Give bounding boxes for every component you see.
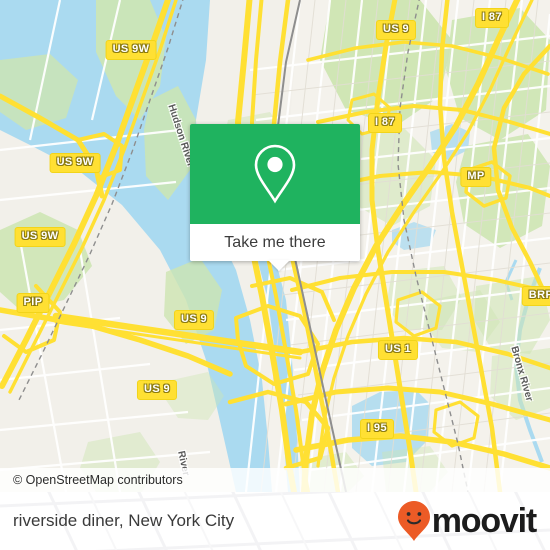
map-canvas[interactable]: US 9W US 9W US 9W PIP US 9 US 9 US 9 I 8…	[0, 0, 550, 492]
moovit-smiley-pin-icon	[397, 501, 430, 541]
map-shield: MP	[460, 167, 492, 187]
map-shield: I 87	[368, 113, 402, 133]
take-me-there-button[interactable]: Take me there	[190, 224, 360, 261]
map-shield: US 9	[136, 380, 178, 400]
map-shield: US 9W	[14, 227, 66, 247]
map-shield: US 9W	[105, 40, 157, 60]
popup-header	[190, 124, 360, 224]
moovit-map-screenshot: US 9W US 9W US 9W PIP US 9 US 9 US 9 I 8…	[0, 0, 550, 550]
map-shield: BRP	[521, 286, 550, 306]
map-shield: US 9	[375, 20, 417, 40]
destination-popup-card[interactable]: Take me there	[190, 124, 360, 271]
popup-pointer	[268, 260, 290, 271]
map-shield: I 87	[475, 8, 509, 28]
moovit-wordmark: moovit	[431, 502, 537, 540]
take-me-there-label: Take me there	[224, 233, 326, 251]
map-shield: US 9W	[49, 153, 101, 173]
map-shield: US 1	[377, 340, 419, 360]
moovit-brand: moovit	[397, 500, 537, 542]
location-pin-icon	[254, 144, 296, 204]
place-name-label: riverside diner, New York City	[13, 511, 235, 530]
attribution-text: © OpenStreetMap contributors	[13, 473, 183, 487]
bottom-info-bar: riverside diner, New York City moovit	[0, 492, 550, 550]
map-shield: US 9	[173, 310, 215, 330]
map-shield: PIP	[16, 293, 50, 313]
map-attribution-bar[interactable]: © OpenStreetMap contributors	[0, 468, 550, 492]
map-shield: I 95	[360, 419, 394, 439]
